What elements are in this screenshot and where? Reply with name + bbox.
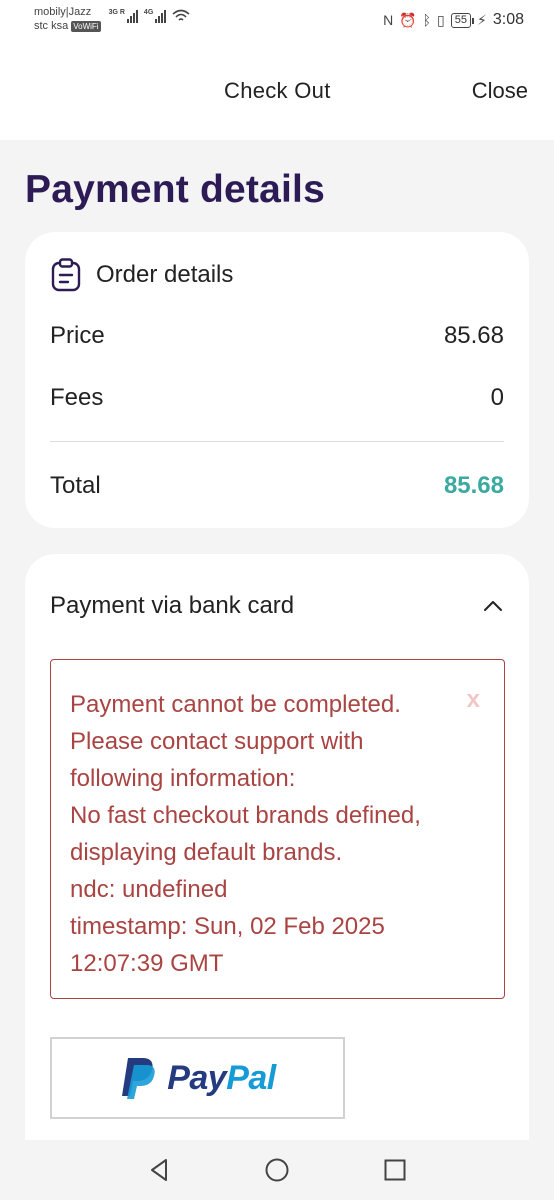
status-bar: mobily|Jazz stc ksa VoWiFi 3G R 4G N ⏰ ᛒ … (0, 0, 554, 40)
total-label: Total (50, 472, 101, 499)
price-row: Price 85.68 (50, 322, 504, 350)
price-value: 85.68 (443, 322, 504, 349)
status-icons: N ⏰ ᛒ ▯ 55 ⚡ 3:08 (383, 5, 524, 29)
error-alert: Payment cannot be completed. Please cont… (50, 659, 505, 999)
payment-method-header[interactable]: Payment via bank card (50, 592, 504, 620)
app-header: Check Out Close (0, 40, 554, 140)
error-message-line: ndc: undefined (70, 876, 228, 903)
payment-card: Payment via bank card Payment cannot be … (25, 554, 529, 1154)
chevron-up-icon[interactable] (482, 599, 504, 613)
header-title: Check Out (224, 78, 331, 103)
back-icon[interactable] (146, 1157, 172, 1183)
system-nav-bar (0, 1140, 554, 1200)
clock: 3:08 (492, 11, 524, 28)
payment-method-heading: Payment via bank card (50, 592, 295, 619)
order-details-card: Order details Price 85.68 Fees 0 Total 8… (25, 232, 529, 528)
price-label: Price (50, 322, 105, 349)
recents-icon[interactable] (382, 1157, 408, 1183)
page-title: Payment details (25, 168, 325, 211)
signal-icon: 4G (144, 9, 167, 23)
order-details-header: Order details (50, 258, 233, 292)
nfc-icon: N (383, 12, 394, 28)
close-button[interactable]: Close (472, 78, 528, 104)
signal-icon: 3G R (109, 9, 138, 23)
total-value: 85.68 (443, 472, 504, 499)
wifi-icon (172, 9, 190, 21)
order-details-heading: Order details (96, 261, 234, 288)
error-message-line: Payment cannot be completed. (70, 691, 401, 718)
bluetooth-icon: ᛒ (422, 12, 432, 28)
carrier-info: mobily|Jazz stc ksa VoWiFi 3G R 4G (34, 5, 190, 33)
carrier-2: stc ksa VoWiFi (34, 20, 101, 32)
error-message-line: displaying default brands. (70, 839, 343, 866)
fees-value: 0 (490, 384, 504, 411)
charging-icon: ⚡ (477, 11, 487, 28)
error-message-line: timestamp: Sun, 02 Feb 2025 (70, 913, 385, 940)
vowifi-badge: VoWiFi (71, 20, 101, 32)
fees-label: Fees (50, 384, 104, 411)
paypal-button[interactable]: PayPal (50, 1037, 345, 1119)
paypal-logo-icon (122, 1058, 155, 1099)
error-message-line: following information: (70, 765, 296, 792)
battery-icon: 55 (450, 12, 475, 28)
error-message-line: Please contact support with (70, 728, 364, 755)
error-message-line: 12:07:39 GMT (70, 950, 224, 977)
fees-row: Fees 0 (50, 384, 504, 412)
clipboard-icon (51, 258, 81, 292)
home-icon[interactable] (264, 1157, 290, 1183)
vibrate-icon: ▯ (437, 11, 445, 28)
paypal-wordmark: PayPal (167, 1058, 276, 1097)
alarm-icon: ⏰ (399, 11, 417, 28)
total-row: Total 85.68 (50, 472, 504, 500)
error-close-icon[interactable]: x (467, 686, 480, 714)
error-message-line: No fast checkout brands defined, (70, 802, 421, 829)
main-content: Payment details Order details Price 85.6… (0, 140, 554, 1154)
carrier-1: mobily|Jazz (34, 6, 92, 18)
divider (50, 441, 504, 442)
